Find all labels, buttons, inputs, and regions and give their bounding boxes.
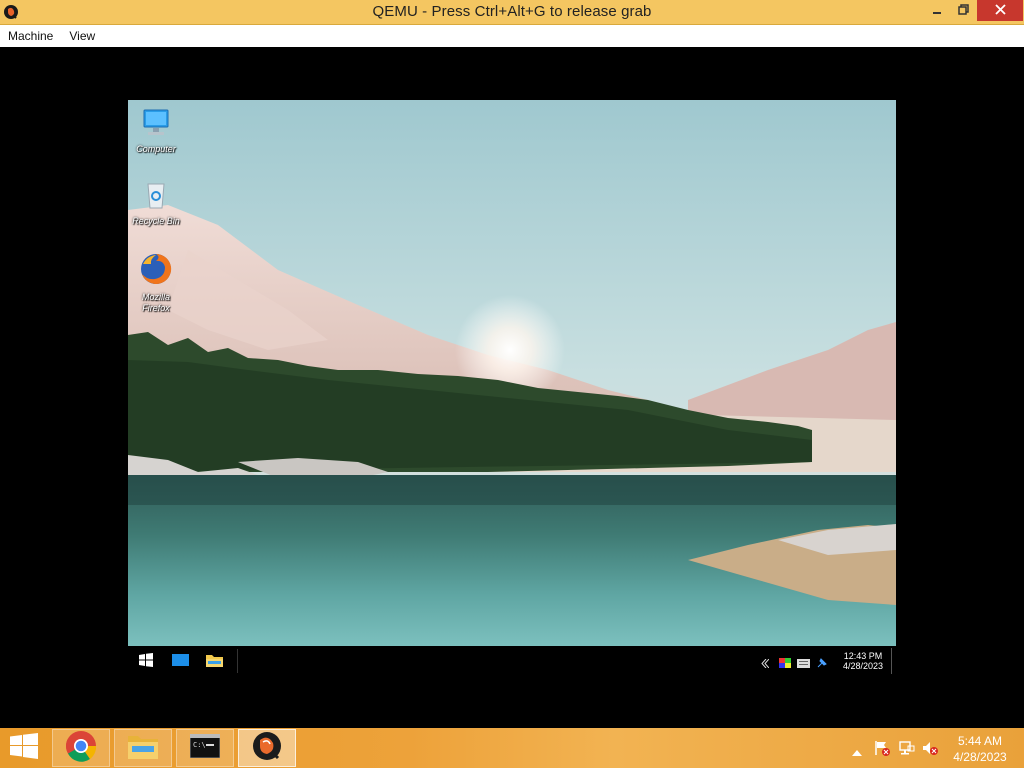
restore-button[interactable]	[950, 0, 976, 21]
firefox-icon	[128, 252, 186, 291]
restore-icon	[957, 2, 969, 20]
desktop-wallpaper	[128, 100, 896, 646]
menu-machine[interactable]: Machine	[0, 25, 61, 47]
taskbar-app-chrome[interactable]	[52, 729, 110, 767]
windows-start-icon[interactable]	[139, 653, 153, 672]
taskbar-app-command-prompt[interactable]: C:\	[176, 729, 234, 767]
desktop-icon-computer[interactable]: Computer	[128, 108, 186, 155]
file-explorer-icon	[127, 732, 159, 765]
volume-muted-icon[interactable]	[922, 740, 938, 761]
window-title: QEMU - Press Ctrl+Alt+G to release grab	[372, 3, 652, 20]
color-palette-icon[interactable]	[779, 655, 791, 673]
keyboard-icon[interactable]	[797, 655, 810, 673]
folder-icon[interactable]	[206, 653, 224, 673]
host-date: 4/28/2023	[953, 750, 1007, 764]
show-desktop-button[interactable]	[891, 648, 892, 674]
chevron-left-icon[interactable]	[761, 655, 770, 673]
command-prompt-icon: C:\	[189, 733, 221, 763]
recycle-bin-icon	[128, 180, 186, 215]
host-taskbar: C:\ 5:44 AM 4/28/2023	[0, 728, 1024, 768]
computer-icon	[128, 108, 186, 143]
host-clock[interactable]: 5:44 AM 4/28/2023	[944, 733, 1016, 765]
show-hidden-icons-icon[interactable]	[852, 743, 862, 761]
chrome-icon	[65, 730, 97, 767]
pin-icon[interactable]	[817, 655, 827, 673]
taskbar-app-qemu[interactable]	[238, 729, 296, 767]
guest-time: 12:43 PM	[843, 651, 883, 661]
svg-text:C:\: C:\	[193, 741, 206, 749]
guest-taskbar: 12:43 PM 4/28/2023	[128, 646, 896, 676]
menubar: Machine View	[0, 25, 1024, 47]
host-time: 5:44 AM	[957, 734, 1003, 748]
minimize-button[interactable]	[924, 0, 950, 21]
menu-view[interactable]: View	[61, 25, 103, 47]
guest-date: 4/28/2023	[842, 661, 884, 671]
close-button[interactable]	[977, 0, 1023, 21]
network-icon[interactable]	[898, 740, 916, 761]
guest-display[interactable]: Computer Recycle Bin Mozilla Firefox 12:…	[128, 100, 896, 676]
close-icon	[994, 2, 1006, 20]
start-button[interactable]	[0, 728, 48, 768]
window-titlebar[interactable]: QEMU - Press Ctrl+Alt+G to release grab	[0, 0, 1024, 25]
taskbar-app-file-explorer[interactable]	[114, 729, 172, 767]
desktop-icon-recycle-bin[interactable]: Recycle Bin	[128, 180, 186, 227]
guest-clock[interactable]: 12:43 PM 4/28/2023	[828, 651, 896, 671]
taskbar-separator	[237, 649, 238, 673]
qemu-icon	[251, 730, 283, 767]
minimize-icon	[932, 2, 942, 20]
desktop-icon-firefox[interactable]: Mozilla Firefox	[128, 252, 186, 314]
action-center-flag-icon[interactable]	[874, 740, 890, 761]
windows-start-icon	[10, 732, 38, 764]
explorer-window-icon[interactable]	[172, 653, 190, 672]
